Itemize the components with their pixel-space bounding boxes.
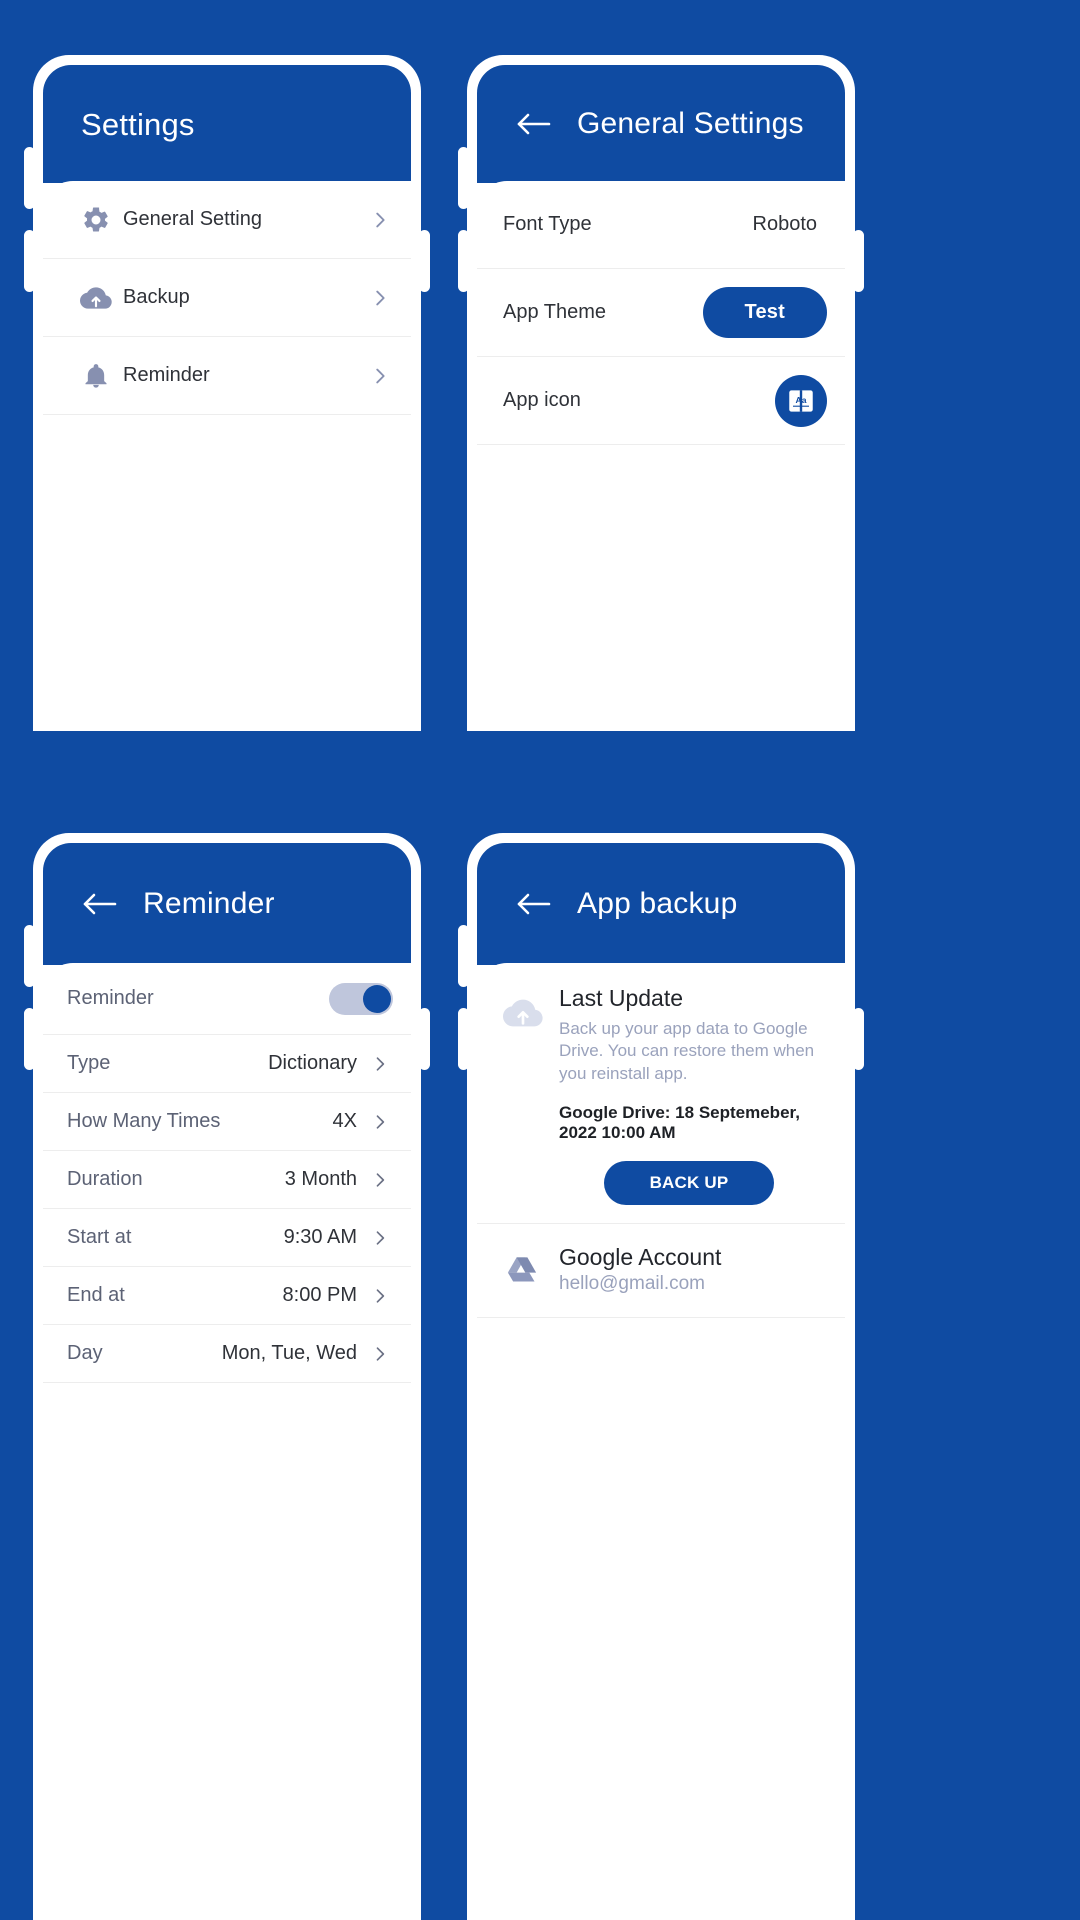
- content-sheet: Font Type Roboto App Theme Test App icon…: [477, 181, 845, 731]
- row-label: Start at: [67, 1226, 132, 1248]
- chevron-right-icon: [367, 365, 393, 387]
- content-sheet: General Setting Backup Reminder: [43, 181, 411, 731]
- last-update-description: Back up your app data to Google Drive. Y…: [559, 1019, 815, 1083]
- row-label: Day: [67, 1342, 103, 1364]
- svg-text:Aa: Aa: [796, 395, 807, 405]
- chevron-right-icon: [367, 1170, 393, 1190]
- reminder-row-type[interactable]: Type Dictionary: [43, 1035, 411, 1093]
- google-account-body: Google Account hello@gmail.com: [559, 1244, 819, 1295]
- back-arrow-icon[interactable]: [515, 890, 553, 918]
- chevron-right-icon: [367, 287, 393, 309]
- appbar-app-backup: App backup: [477, 843, 845, 965]
- last-update-block: Last Update Back up your app data to Goo…: [477, 963, 845, 1225]
- google-account-block[interactable]: Google Account hello@gmail.com: [477, 1224, 845, 1319]
- gear-icon: [69, 205, 123, 235]
- sidebar-item-reminder[interactable]: Reminder: [43, 337, 411, 415]
- chevron-right-icon: [367, 1112, 393, 1132]
- toggle-knob: [363, 984, 391, 1013]
- chevron-right-icon: [367, 209, 393, 231]
- row-value: Dictionary: [268, 1052, 357, 1074]
- page-title: Settings: [81, 106, 195, 142]
- screenshot-canvas: Settings General Setting Backup Reminder…: [0, 0, 1080, 1920]
- back-arrow-icon[interactable]: [515, 110, 553, 138]
- chevron-right-icon: [367, 1054, 393, 1074]
- phone-mockup-reminder: Reminder Reminder Type Dictionary How Ma…: [24, 833, 430, 1920]
- phone-mockup-general-settings: General Settings Font Type Roboto App Th…: [458, 55, 864, 731]
- appbar-settings: Settings: [43, 65, 411, 183]
- row-label: Type: [67, 1052, 111, 1074]
- google-account-title: Google Account: [559, 1244, 722, 1271]
- volume-down-button[interactable]: [458, 1008, 469, 1070]
- chevron-right-icon: [367, 1286, 393, 1306]
- volume-down-button[interactable]: [24, 230, 35, 292]
- setting-row-app-theme[interactable]: App Theme Test: [477, 269, 845, 357]
- power-button[interactable]: [419, 230, 430, 292]
- volume-up-button[interactable]: [24, 147, 35, 209]
- row-label: App Theme: [503, 301, 607, 323]
- chevron-right-icon: [367, 1344, 393, 1364]
- row-value: 9:30 AM: [283, 1226, 357, 1248]
- row-label: How Many Times: [67, 1110, 221, 1132]
- power-button[interactable]: [853, 1008, 864, 1070]
- font-type-value: Roboto: [752, 213, 818, 235]
- google-drive-icon: [503, 1244, 559, 1295]
- reminder-row-toggle[interactable]: Reminder: [43, 963, 411, 1035]
- appbar-reminder: Reminder: [43, 843, 411, 965]
- chevron-right-icon: [367, 1228, 393, 1248]
- volume-up-button[interactable]: [24, 925, 35, 987]
- row-label: Backup: [123, 286, 190, 308]
- last-update-meta: Google Drive: 18 Septemeber, 2022 10:00 …: [559, 1103, 800, 1143]
- bell-icon: [69, 362, 123, 390]
- page-title: App backup: [577, 887, 738, 920]
- power-button[interactable]: [853, 230, 864, 292]
- volume-down-button[interactable]: [24, 1008, 35, 1070]
- row-value: 4X: [332, 1110, 357, 1132]
- cloud-upload-icon: [69, 282, 123, 314]
- screen-settings: Settings General Setting Backup Reminder: [43, 65, 411, 731]
- row-label: General Setting: [123, 208, 262, 230]
- backup-cta-wrapper: BACK UP: [559, 1161, 819, 1206]
- sidebar-item-backup[interactable]: Backup: [43, 259, 411, 337]
- last-update-title: Last Update: [559, 985, 684, 1011]
- reminder-row-how-many-times[interactable]: How Many Times 4X: [43, 1093, 411, 1151]
- content-sheet: Reminder Type Dictionary How Many Times …: [43, 963, 411, 1920]
- row-value: 8:00 PM: [282, 1284, 357, 1306]
- setting-row-app-icon[interactable]: App icon Aa: [477, 357, 845, 445]
- row-label: Reminder: [123, 364, 210, 386]
- setting-row-font-type[interactable]: Font Type Roboto: [477, 181, 845, 269]
- app-icon-badge[interactable]: Aa: [775, 374, 827, 427]
- page-title: Reminder: [143, 887, 275, 920]
- appbar-general-settings: General Settings: [477, 65, 845, 183]
- volume-up-button[interactable]: [458, 925, 469, 987]
- reminder-row-start-at[interactable]: Start at 9:30 AM: [43, 1209, 411, 1267]
- last-update-body: Last Update Back up your app data to Goo…: [559, 985, 819, 1206]
- back-arrow-icon[interactable]: [81, 890, 119, 918]
- reminder-row-end-at[interactable]: End at 8:00 PM: [43, 1267, 411, 1325]
- volume-up-button[interactable]: [458, 147, 469, 209]
- screen-app-backup: App backup Last Update Back up your app …: [477, 843, 845, 1920]
- screen-reminder: Reminder Reminder Type Dictionary How Ma…: [43, 843, 411, 1920]
- screen-general-settings: General Settings Font Type Roboto App Th…: [477, 65, 845, 731]
- cloud-upload-icon: [503, 985, 559, 1205]
- page-title: General Settings: [577, 107, 804, 140]
- google-account-email: hello@gmail.com: [559, 1273, 706, 1295]
- row-label: Font Type: [503, 213, 592, 235]
- reminder-row-day[interactable]: Day Mon, Tue, Wed: [43, 1325, 411, 1383]
- sidebar-item-general-setting[interactable]: General Setting: [43, 181, 411, 259]
- row-label: App icon: [503, 389, 581, 411]
- row-label: Duration: [67, 1168, 143, 1190]
- reminder-toggle[interactable]: [329, 982, 393, 1015]
- content-sheet: Last Update Back up your app data to Goo…: [477, 963, 845, 1920]
- reminder-row-duration[interactable]: Duration 3 Month: [43, 1151, 411, 1209]
- row-value: 3 Month: [284, 1168, 357, 1190]
- phone-mockup-app-backup: App backup Last Update Back up your app …: [458, 833, 864, 1920]
- app-theme-test-button[interactable]: Test: [702, 287, 827, 338]
- back-up-button[interactable]: BACK UP: [603, 1161, 775, 1206]
- row-value: Mon, Tue, Wed: [221, 1342, 357, 1364]
- volume-down-button[interactable]: [458, 230, 469, 292]
- power-button[interactable]: [419, 1008, 430, 1070]
- row-label: Reminder: [67, 987, 154, 1009]
- row-label: End at: [67, 1284, 125, 1306]
- phone-mockup-settings: Settings General Setting Backup Reminder: [24, 55, 430, 731]
